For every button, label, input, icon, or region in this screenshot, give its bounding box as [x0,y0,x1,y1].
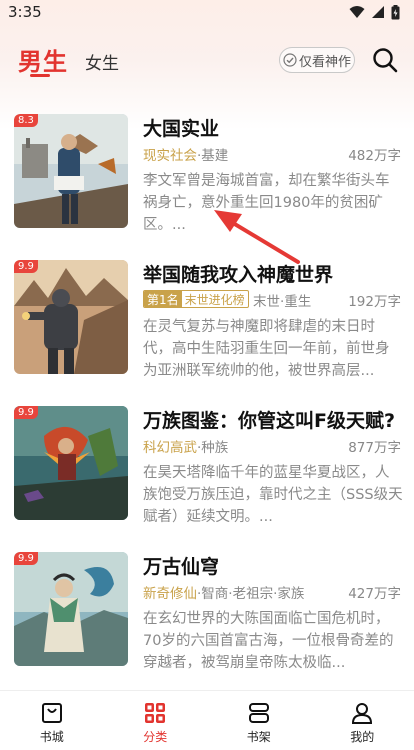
nav-label: 书城 [39,730,64,744]
rank-badge[interactable]: 第1名 末世进化榜 [143,290,249,308]
nav-label: 分类 [143,730,168,744]
score-badge: 8.3 [14,114,38,127]
book-genre[interactable]: 新奇修仙 [143,586,197,602]
bottom-nav: 书城 分类 书架 我的 [0,690,414,750]
book-tags: ·种族 [197,440,229,456]
status-icons [349,4,400,20]
book-description: 在昊天塔降临千年的蓝星华夏战区，人族饱受万族压迫，靠时代之主（SSS级天赋者）延… [143,465,403,525]
book-tags: ·智商·老祖宗·家族 [197,586,305,602]
search-icon[interactable] [371,46,399,74]
book-item[interactable]: 9.9 万古仙穹 新奇修仙·智商·老祖宗·家族 427万字 在玄幻世界的大陈国面… [0,538,414,671]
signal-icon [372,6,384,18]
nav-category[interactable]: 分类 [104,691,208,750]
top-header: 男生 女生 仅看神作 [0,38,414,82]
book-title[interactable]: 举国随我攻入神魔世界 [143,260,333,287]
word-count: 877万字 [348,440,401,456]
battery-icon [391,4,400,19]
status-time: 3:35 [8,3,42,21]
book-meta: 新奇修仙·智商·老祖宗·家族 427万字 [143,582,401,602]
book-title[interactable]: 万古仙穹 [143,552,219,579]
book-cover[interactable]: 9.9 [14,260,128,374]
book-cover[interactable]: 9.9 [14,552,128,666]
word-count: 192万字 [348,294,401,310]
active-tab-indicator [30,74,50,77]
book-description: 在玄幻世界的大陈国面临亡国危机时，70岁的六国首富古海，一位根骨奇差的穿越者，被… [143,611,394,671]
book-meta: 科幻高武·种族 877万字 [143,436,401,456]
word-count: 427万字 [348,586,401,602]
person-icon [352,703,373,724]
tab-male[interactable]: 男生 [18,42,68,77]
cover-art [14,260,128,374]
tab-female[interactable]: 女生 [85,49,119,74]
nav-label: 书架 [246,730,271,744]
book-title[interactable]: 大国实业 [143,114,219,141]
rank-name: 末世进化榜 [184,292,245,307]
book-item[interactable]: 9.9 举国随我攻入神魔世界 第1名 末世进化榜 末世·重生 192万字 在灵气… [0,246,414,379]
book-tags: 末世·重生 [252,294,312,310]
book-genre[interactable]: 现实社会 [143,148,197,164]
masterpiece-only-filter[interactable]: 仅看神作 [279,47,355,73]
word-count: 482万字 [348,148,401,164]
book-cover[interactable]: 9.9 [14,406,128,520]
book-description: 李文军曾是海城首富，却在繁华街头车祸身亡，意外重生回1980年的贫困矿区。... [143,173,390,233]
bag-icon [41,703,62,723]
book-title[interactable]: 万族图鉴：你管这叫F级天赋? [143,406,395,433]
book-genre[interactable]: 科幻高武 [143,440,197,456]
grid-icon [145,703,166,723]
nav-label: 我的 [350,730,375,744]
wifi-icon [349,6,365,18]
score-badge: 9.9 [14,552,38,565]
rank-number: 第1名 [144,291,182,307]
nav-bookstore[interactable]: 书城 [0,691,104,750]
book-meta: 现实社会·基建 482万字 [143,144,401,164]
check-circle-icon [283,53,297,67]
book-item[interactable]: 8.3 大国实业 现实社会·基建 482万字 李文军曾是海城首富，却在繁华街头车… [0,100,414,233]
cover-art [14,114,128,228]
shelf-icon [248,703,269,723]
book-item[interactable]: 9.9 万族图鉴：你管这叫F级天赋? 科幻高武·种族 877万字 在昊天塔降临千… [0,392,414,525]
cover-art [14,406,128,520]
book-tags: ·基建 [197,148,229,164]
cover-art [14,552,128,666]
nav-profile[interactable]: 我的 [311,691,414,750]
nav-bookshelf[interactable]: 书架 [207,691,311,750]
status-bar: 3:35 [0,0,414,24]
filter-label: 仅看神作 [298,54,351,70]
score-badge: 9.9 [14,406,38,419]
book-meta: 第1名 末世进化榜 末世·重生 192万字 [143,290,401,310]
book-cover[interactable]: 8.3 [14,114,128,228]
score-badge: 9.9 [14,260,38,273]
book-description: 在灵气复苏与神魔即将肆虐的末日时代，高中生陆羽重生回一年前，前世身为亚洲联军统帅… [143,319,390,379]
